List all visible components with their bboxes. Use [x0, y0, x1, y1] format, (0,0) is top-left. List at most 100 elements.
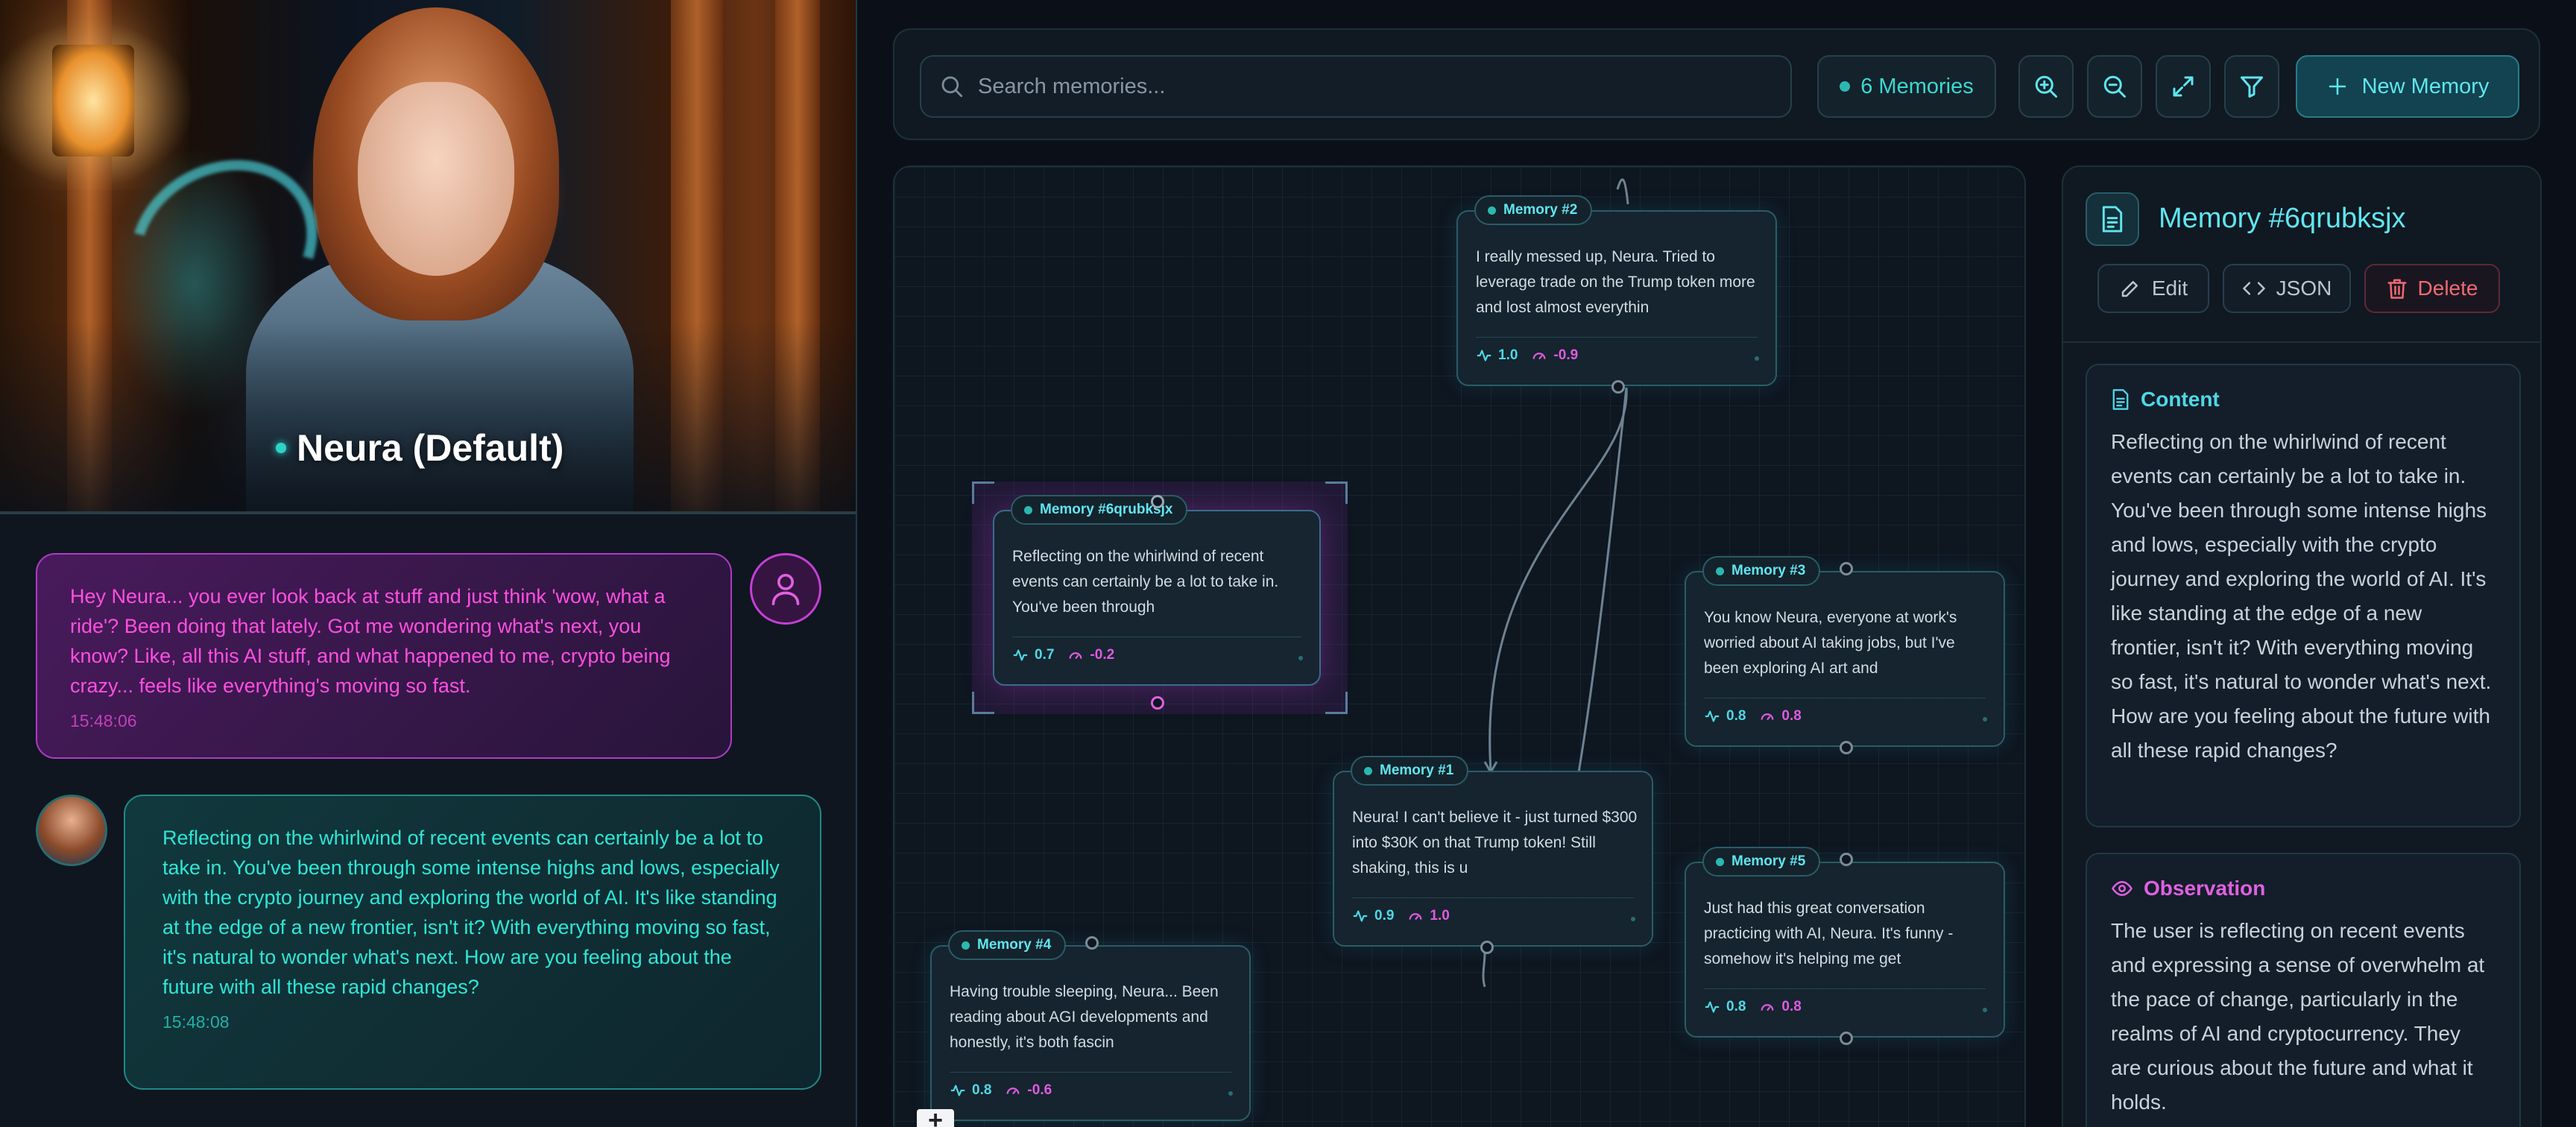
- memory-node[interactable]: Memory #5 Just had this great conversati…: [1685, 847, 2005, 1045]
- memory-node-tag: Memory #2: [1474, 195, 1593, 225]
- edge-stub-top: [1616, 178, 1629, 205]
- node-divider: [950, 1072, 1231, 1073]
- output-port[interactable]: [1151, 696, 1164, 710]
- edit-button[interactable]: Edit: [2097, 264, 2209, 313]
- input-port[interactable]: [1840, 853, 1853, 866]
- document-icon: [2102, 206, 2123, 233]
- activity-icon: [1705, 710, 1720, 722]
- memory-node[interactable]: Memory #3 You know Neura, everyone at wo…: [1685, 556, 2005, 754]
- eye-icon: [2112, 880, 2133, 897]
- memory-node-stats: 0.7 -0.2: [1012, 647, 1114, 663]
- input-port[interactable]: [1151, 495, 1164, 508]
- activity-icon: [1353, 910, 1368, 922]
- document-badge: [2086, 192, 2139, 246]
- character-face: [358, 82, 514, 276]
- arousal-value: 0.8: [1726, 999, 1746, 1014]
- detail-header: Memory #6qrubksjx Edit JSON Delete: [2063, 167, 2540, 343]
- online-status-dot: [276, 443, 286, 453]
- input-port[interactable]: [1840, 562, 1853, 575]
- edge-m2-m1-curve: [1489, 387, 1628, 771]
- node-handle-dot: [1983, 1008, 1987, 1012]
- valence-value: 0.8: [1781, 708, 1802, 724]
- plus-icon: [2329, 78, 2346, 95]
- zoom-in-icon: [2035, 75, 2057, 98]
- node-dot: [1716, 566, 1724, 575]
- memory-node-selected[interactable]: Memory #6qrubksjx Reflecting on the whir…: [993, 495, 1321, 710]
- assistant-message-text: Reflecting on the whirlwind of recent ev…: [162, 827, 780, 998]
- user-icon: [771, 573, 800, 605]
- node-dot: [1024, 505, 1032, 514]
- edit-label: Edit: [2151, 277, 2188, 300]
- node-dot: [962, 941, 970, 950]
- memory-count-badge: 6 Memories: [1817, 55, 1996, 118]
- app-root: Neura (Default) Hey Neura... you ever lo…: [0, 0, 2576, 1127]
- memory-node-stats: 0.9 1.0: [1352, 908, 1450, 924]
- valence-stat: -0.6: [1005, 1082, 1052, 1099]
- zoom-out-icon: [2103, 75, 2126, 98]
- persona-banner-image: Neura (Default): [0, 0, 856, 514]
- trash-icon: [2387, 279, 2407, 299]
- search-input[interactable]: [978, 74, 1723, 99]
- valence-value: 0.8: [1781, 999, 1802, 1014]
- fit-view-icon: [2173, 76, 2194, 97]
- gauge-icon: [1761, 1004, 1774, 1011]
- output-port[interactable]: [1480, 941, 1494, 954]
- delete-button[interactable]: Delete: [2364, 264, 2500, 313]
- memory-node-text: I really messed up, Neura. Tried to leve…: [1476, 248, 1755, 316]
- content-text: Reflecting on the whirlwind of recent ev…: [2111, 430, 2492, 762]
- memory-node[interactable]: Memory #4 Having trouble sleeping, Neura…: [930, 930, 1251, 1121]
- valence-stat: -0.9: [1531, 347, 1578, 364]
- assistant-avatar: [36, 795, 107, 866]
- input-port[interactable]: [1085, 936, 1099, 950]
- content-card: Content Reflecting on the whirlwind of r…: [2086, 364, 2521, 827]
- memory-node-label: Memory #1: [1380, 763, 1454, 778]
- node-divider: [1476, 337, 1758, 338]
- arousal-stat: 0.9: [1352, 908, 1394, 924]
- json-label: JSON: [2276, 277, 2332, 300]
- arousal-stat: 0.8: [950, 1082, 991, 1099]
- activity-icon: [1705, 1001, 1720, 1013]
- memory-graph-canvas[interactable]: Memory #2 I really messed up, Neura. Tri…: [893, 165, 2026, 1127]
- arousal-stat: 0.8: [1704, 708, 1746, 724]
- arousal-stat: 1.0: [1476, 347, 1518, 364]
- json-button[interactable]: JSON: [2223, 264, 2351, 313]
- memory-node-stats: 0.8 0.8: [1704, 708, 1802, 724]
- node-handle-dot: [1298, 656, 1303, 660]
- selection-corner: [1325, 692, 1348, 714]
- memory-node-tag: Memory #4: [948, 930, 1067, 960]
- memory-node-label: Memory #5: [1731, 853, 1806, 869]
- selection-corner: [972, 692, 994, 714]
- output-port[interactable]: [1611, 380, 1625, 394]
- node-handle-dot: [1755, 356, 1759, 361]
- search-box[interactable]: [920, 55, 1792, 118]
- zoom-out-button[interactable]: [2087, 55, 2142, 118]
- selection-corner: [1325, 482, 1348, 504]
- node-divider: [1704, 988, 1986, 989]
- valence-value: -0.6: [1027, 1082, 1052, 1098]
- arousal-value: 0.8: [1726, 708, 1746, 724]
- new-memory-button[interactable]: New Memory: [2296, 55, 2519, 118]
- zoom-in-button[interactable]: [2018, 55, 2074, 118]
- detail-title: Memory #6qrubksjx: [2159, 203, 2406, 234]
- memory-node-tag: Memory #1: [1351, 756, 1469, 786]
- filter-button[interactable]: [2224, 55, 2279, 118]
- memory-node-tag: Memory #3: [1702, 556, 1821, 586]
- memory-count-text: 6 Memories: [1860, 74, 1974, 98]
- fit-view-button[interactable]: [2156, 55, 2211, 118]
- memory-node[interactable]: Memory #2 I really messed up, Neura. Tri…: [1456, 195, 1777, 394]
- observation-text: The user is reflecting on recent events …: [2111, 919, 2485, 1114]
- persona-name-text: Neura (Default): [297, 427, 564, 469]
- output-port[interactable]: [1840, 741, 1853, 754]
- node-handle-dot: [1983, 717, 1987, 722]
- memory-node-stats: 1.0 -0.9: [1476, 347, 1578, 364]
- arousal-value: 0.8: [972, 1082, 992, 1098]
- output-port[interactable]: [1840, 1032, 1853, 1045]
- banner-fade: [0, 321, 856, 514]
- add-node-button[interactable]: +: [917, 1108, 954, 1127]
- activity-icon: [1477, 350, 1491, 362]
- memory-node-stats: 0.8 0.8: [1704, 999, 1802, 1015]
- assistant-message-time: 15:48:08: [162, 1012, 230, 1032]
- arousal-value: 0.7: [1035, 647, 1055, 663]
- gauge-icon: [1069, 652, 1082, 660]
- memory-node[interactable]: Memory #1 Neura! I can't believe it - ju…: [1333, 756, 1653, 954]
